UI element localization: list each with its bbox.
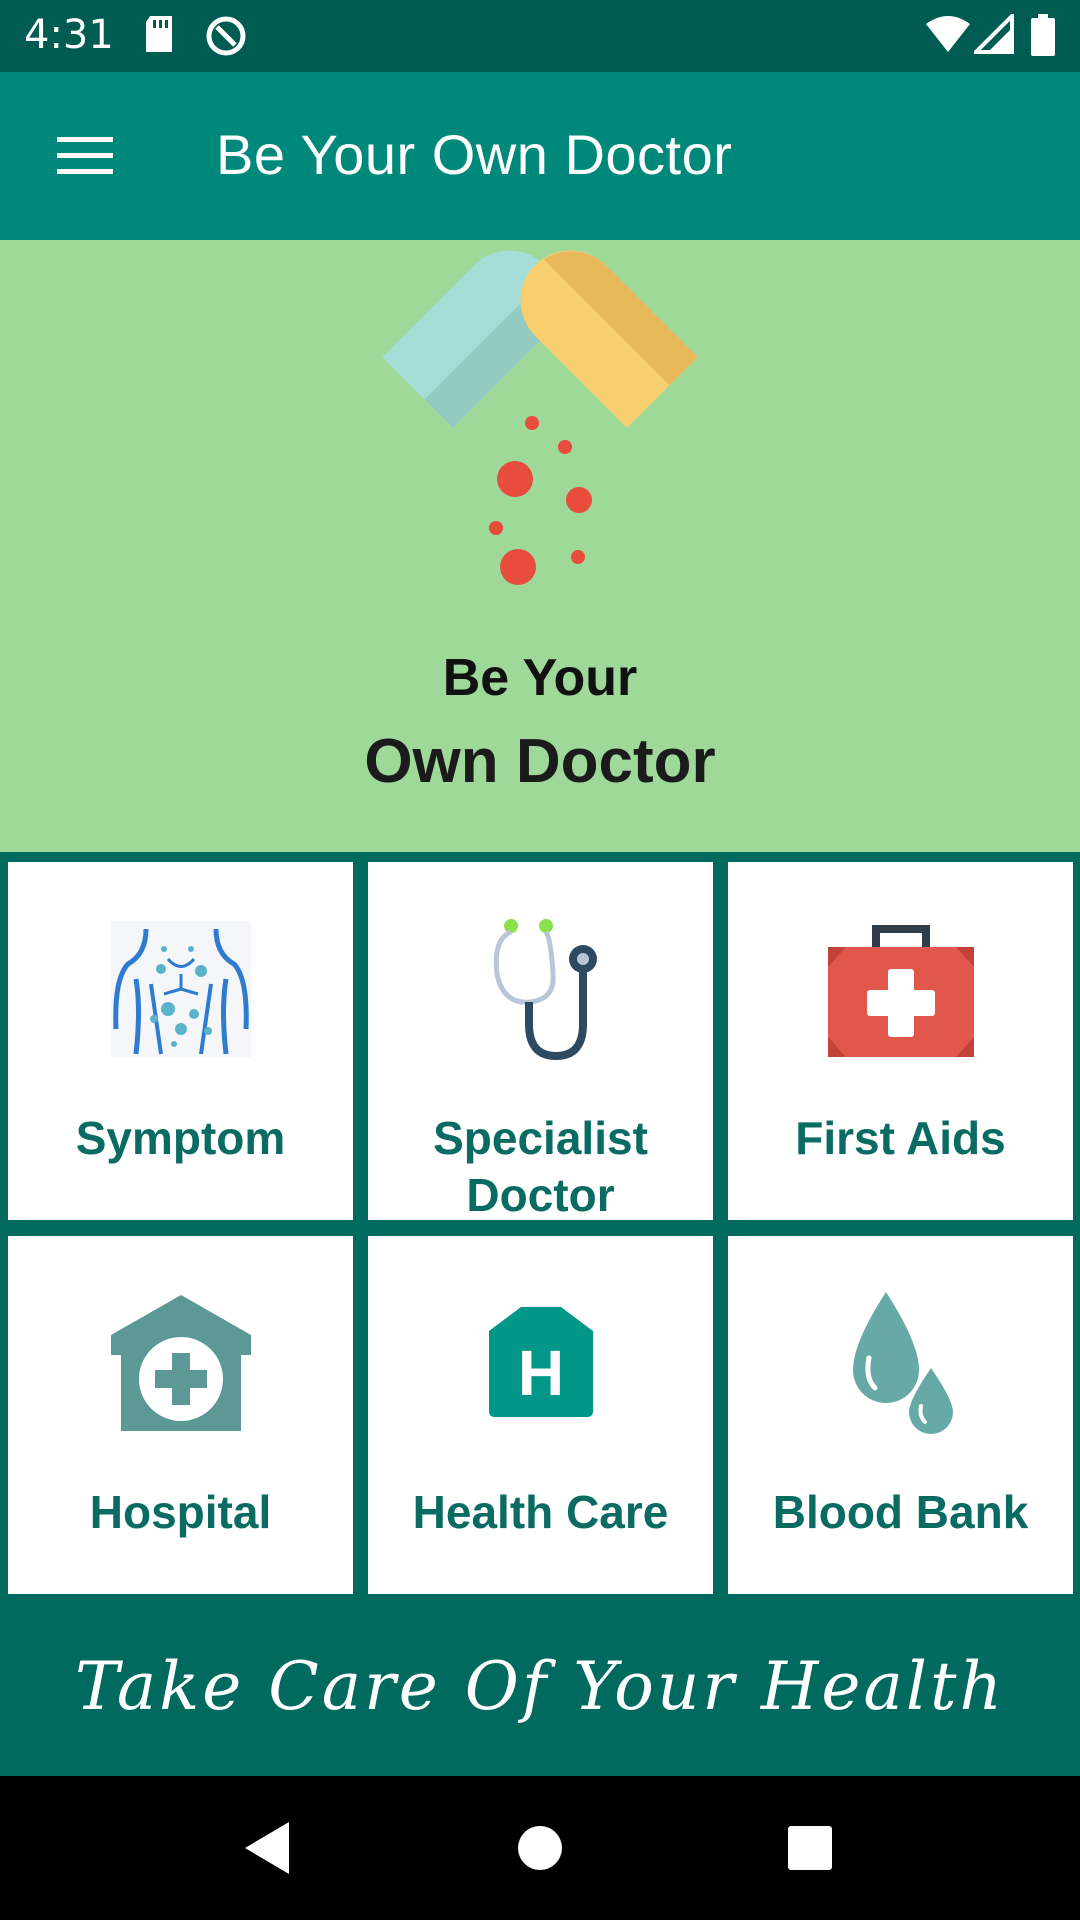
sd-card-icon bbox=[142, 14, 176, 59]
hero-title-line2: Own Doctor bbox=[364, 727, 716, 796]
blood-drop-icon bbox=[728, 1288, 1073, 1438]
card-blood-bank[interactable]: Blood Bank bbox=[728, 1236, 1073, 1594]
status-time: 4:31 bbox=[24, 12, 114, 58]
card-symptom[interactable]: Symptom bbox=[8, 862, 353, 1220]
app-title: Be Your Own Doctor bbox=[216, 123, 733, 186]
body-symptom-icon bbox=[8, 914, 353, 1064]
hospital-icon bbox=[8, 1288, 353, 1438]
no-disturb-icon bbox=[204, 14, 248, 63]
svg-text:H: H bbox=[517, 1337, 563, 1409]
card-label-health-care: Health Care bbox=[412, 1486, 669, 1538]
feature-grid: Symptom Specialist Doctor First Aids Hos… bbox=[0, 852, 1080, 1596]
card-label-first-aids: First Aids bbox=[795, 1112, 1006, 1164]
recents-icon[interactable] bbox=[738, 1776, 882, 1920]
card-health-care[interactable]: H Health Care bbox=[368, 1236, 713, 1594]
card-hospital[interactable]: Hospital bbox=[8, 1236, 353, 1594]
footer-banner: Take Care Of Your Health bbox=[0, 1596, 1080, 1776]
status-bar: 4:31 bbox=[0, 0, 1080, 72]
wifi-icon bbox=[924, 14, 972, 59]
signal-icon bbox=[971, 11, 1014, 59]
card-label-hospital: Hospital bbox=[89, 1486, 272, 1538]
home-icon[interactable] bbox=[468, 1776, 612, 1920]
back-icon[interactable] bbox=[196, 1776, 340, 1920]
system-nav-bar bbox=[0, 1776, 1080, 1920]
app-bar: Be Your Own Doctor bbox=[0, 72, 1080, 240]
footer-slogan: Take Care Of Your Health bbox=[75, 1647, 1005, 1725]
card-first-aids[interactable]: First Aids bbox=[728, 862, 1073, 1220]
card-label-blood-bank: Blood Bank bbox=[772, 1486, 1029, 1538]
battery-icon bbox=[1030, 14, 1056, 61]
stethoscope-icon bbox=[368, 914, 713, 1064]
health-care-icon: H bbox=[368, 1288, 713, 1438]
pill-capsule-icon bbox=[340, 250, 740, 615]
first-aid-kit-icon bbox=[728, 914, 1073, 1064]
hero-title-line1: Be Your bbox=[442, 649, 638, 707]
hamburger-menu-icon[interactable] bbox=[40, 116, 130, 196]
hero-banner: Be Your Own Doctor bbox=[0, 240, 1080, 852]
card-label-specialist-doctor: Specialist Doctor bbox=[433, 1112, 648, 1221]
card-specialist-doctor[interactable]: Specialist Doctor bbox=[368, 862, 713, 1221]
card-label-symptom: Symptom bbox=[75, 1112, 286, 1164]
